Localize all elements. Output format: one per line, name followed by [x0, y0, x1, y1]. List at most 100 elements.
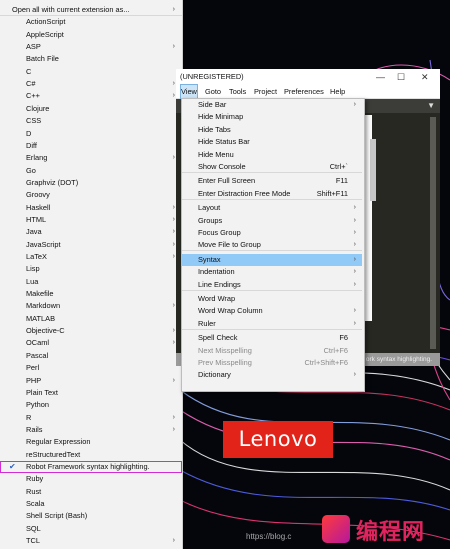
syntax-item[interactable]: Rust [0, 486, 182, 498]
menu-view[interactable]: View [180, 84, 198, 99]
syntax-item[interactable]: TCL › [0, 535, 182, 547]
syntax-item[interactable]: reStructuredText [0, 449, 182, 461]
chevron-right-icon: › [353, 268, 356, 276]
chevron-right-icon: › [172, 425, 175, 433]
view-menu-item[interactable]: Syntax › [182, 253, 362, 266]
view-menu-item[interactable]: Word Wrap Column › [182, 305, 362, 317]
syntax-item[interactable]: Perl [0, 362, 182, 374]
syntax-item[interactable]: CSS [0, 115, 182, 127]
syntax-item[interactable]: Shell Script (Bash) [0, 510, 182, 522]
syntax-item[interactable]: Java › [0, 226, 182, 238]
maximize-icon[interactable]: ☐ [397, 69, 405, 85]
syntax-item[interactable]: Rails › [0, 424, 182, 436]
minimize-icon[interactable]: — [376, 69, 385, 85]
syntax-item[interactable]: Go [0, 165, 182, 177]
view-menu-item[interactable]: Dictionary › [182, 369, 362, 381]
syntax-item[interactable]: Python [0, 399, 182, 411]
chevron-right-icon: › [353, 204, 356, 212]
view-menu-item[interactable]: Layout › [182, 202, 362, 214]
syntax-item-label: R [26, 412, 32, 422]
view-menu-item[interactable]: Hide Status Bar [182, 136, 362, 148]
syntax-item-label: Java [26, 227, 42, 237]
chevron-right-icon: › [172, 92, 175, 100]
syntax-item[interactable]: Haskell › [0, 202, 182, 214]
syntax-item[interactable]: R › [0, 412, 182, 424]
chevron-right-icon: › [172, 228, 175, 236]
scrollbar-thumb[interactable] [370, 139, 376, 201]
view-menu-item[interactable]: Show Console Ctrl+` [182, 161, 362, 173]
syntax-item[interactable]: Makefile [0, 288, 182, 300]
syntax-item-label: Groovy [26, 190, 50, 200]
chevron-right-icon: › [172, 327, 175, 335]
syntax-item[interactable]: MATLAB [0, 313, 182, 325]
view-menu-item[interactable]: Move File to Group › [182, 239, 362, 252]
syntax-item[interactable]: Scala [0, 498, 182, 510]
tab-dropdown-icon[interactable]: ▼ [427, 101, 435, 110]
syntax-item[interactable]: Open all with current extension as... › [0, 4, 182, 16]
syntax-item[interactable]: Regular Expression [0, 436, 182, 448]
syntax-item[interactable]: C [0, 66, 182, 78]
view-menu-item-label: Hide Menu [198, 149, 234, 159]
syntax-item[interactable]: SQL [0, 523, 182, 535]
syntax-item[interactable]: Groovy [0, 189, 182, 201]
status-syntax[interactable]: ork syntax highlighting. [366, 353, 432, 366]
view-menu-item[interactable]: Focus Group › [182, 227, 362, 239]
syntax-item[interactable]: LaTeX › [0, 251, 182, 263]
view-menu-item[interactable]: Groups › [182, 215, 362, 227]
menu-preferences[interactable]: Preferences [284, 85, 324, 98]
view-menu-item[interactable]: Hide Minimap [182, 111, 362, 123]
close-icon[interactable]: ✕ [421, 69, 429, 85]
syntax-item[interactable]: D [0, 128, 182, 140]
syntax-item-label: ActionScript [26, 17, 66, 27]
shortcut-label: F11 [335, 176, 348, 186]
view-menu-item[interactable]: Enter Distraction Free Mode Shift+F11 [182, 188, 362, 200]
chevron-right-icon: › [172, 203, 175, 211]
syntax-item[interactable]: C# › [0, 78, 182, 90]
syntax-item[interactable]: PHP › [0, 375, 182, 387]
chevron-right-icon: › [353, 216, 356, 224]
syntax-item[interactable]: HTML › [0, 214, 182, 226]
menu-help[interactable]: Help [330, 85, 345, 98]
syntax-item[interactable]: ASP › [0, 41, 182, 53]
shortcut-label: Ctrl+F6 [323, 345, 348, 355]
syntax-item[interactable]: AppleScript [0, 29, 182, 41]
view-menu-item[interactable]: Ruler › [182, 318, 362, 330]
menu-goto[interactable]: Goto [205, 85, 221, 98]
menu-project[interactable]: Project [254, 85, 277, 98]
view-menu-item[interactable]: Hide Menu [182, 149, 362, 161]
view-menu-item[interactable]: Line Endings › [182, 279, 362, 291]
syntax-item[interactable]: ✔ Robot Framework syntax highlighting. [0, 460, 182, 473]
syntax-item[interactable]: Lua [0, 276, 182, 288]
syntax-item[interactable]: C++ › [0, 90, 182, 102]
syntax-item[interactable]: ActionScript [0, 16, 182, 28]
syntax-item[interactable]: Diff [0, 140, 182, 152]
syntax-item[interactable]: Plain Text [0, 387, 182, 399]
syntax-item-label: Clojure [26, 103, 50, 113]
syntax-item[interactable]: Ruby [0, 473, 182, 485]
syntax-item-label: Markdown [26, 301, 61, 311]
view-menu-item[interactable]: Spell Check F6 [182, 332, 362, 344]
syntax-item[interactable]: OCaml › [0, 337, 182, 349]
syntax-item[interactable]: Graphviz (DOT) [0, 177, 182, 189]
view-menu-item-label: Word Wrap Column [198, 306, 263, 316]
view-menu-item[interactable]: Hide Tabs [182, 124, 362, 136]
syntax-item[interactable]: JavaScript › [0, 239, 182, 251]
view-menu-item-label: Enter Distraction Free Mode [198, 188, 291, 198]
syntax-item[interactable]: Pascal [0, 350, 182, 362]
syntax-item[interactable]: Lisp [0, 263, 182, 275]
menu-tools[interactable]: Tools [229, 85, 246, 98]
view-menu-item-label: Hide Status Bar [198, 137, 250, 147]
chevron-right-icon: › [353, 229, 356, 236]
syntax-item[interactable]: Objective-C › [0, 325, 182, 337]
syntax-item[interactable]: Batch File [0, 53, 182, 65]
syntax-item-label: Rails [26, 424, 43, 434]
minimap-scrollbar[interactable] [430, 117, 436, 349]
chevron-right-icon: › [353, 280, 356, 288]
view-menu-item[interactable]: Word Wrap [182, 293, 362, 305]
syntax-item[interactable]: Erlang › [0, 152, 182, 164]
view-menu-item[interactable]: Enter Full Screen F11 [182, 175, 362, 187]
syntax-item[interactable]: Clojure [0, 103, 182, 115]
syntax-item[interactable]: Markdown › [0, 300, 182, 312]
view-menu-item[interactable]: Indentation › [182, 266, 362, 278]
view-menu-item[interactable]: Side Bar › [182, 99, 362, 111]
